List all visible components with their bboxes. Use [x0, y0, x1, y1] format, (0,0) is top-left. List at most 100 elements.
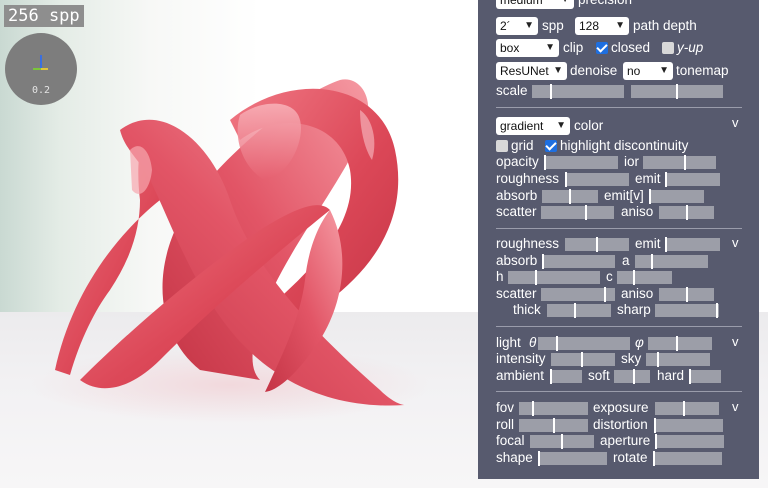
slider-knob[interactable]	[535, 270, 537, 285]
chevron-down-icon: ▼	[560, 0, 570, 9]
medium-sharp-slider[interactable]	[655, 303, 719, 318]
distortion-slider[interactable]	[654, 418, 723, 433]
opacity-slider[interactable]	[544, 155, 618, 170]
slider-knob[interactable]	[569, 189, 571, 204]
orientation-gizmo[interactable]: 0.2	[5, 33, 77, 105]
ambient-slider[interactable]	[550, 369, 582, 384]
soft-slider[interactable]	[614, 369, 650, 384]
highlight-discontinuity-checkbox[interactable]	[545, 140, 557, 152]
sky-slider[interactable]	[646, 352, 710, 367]
scale-slider-1[interactable]	[532, 84, 624, 99]
spp-select[interactable]: 2´ ▼	[496, 17, 538, 35]
emit-slider[interactable]	[665, 172, 720, 187]
shape-slider[interactable]	[538, 451, 607, 466]
slider-knob[interactable]	[676, 336, 678, 351]
slider-knob[interactable]	[585, 205, 587, 220]
slider-knob[interactable]	[604, 287, 606, 302]
medium-a-label: a	[622, 253, 630, 268]
chevron-down-icon: ▼	[659, 65, 669, 76]
slider-knob[interactable]	[686, 205, 688, 220]
fov-label: fov	[496, 400, 515, 415]
denoise-select[interactable]: ResUNet ▼	[496, 62, 567, 80]
slider-knob[interactable]	[538, 451, 540, 466]
slider-knob[interactable]	[657, 352, 659, 367]
medium-scatter-slider[interactable]	[541, 287, 615, 302]
lighting-collapse-toggle[interactable]: v	[732, 334, 739, 349]
light-theta-slider[interactable]	[538, 336, 630, 351]
yup-label: y-up	[677, 40, 704, 55]
slider-knob[interactable]	[532, 401, 534, 416]
slider-knob[interactable]	[689, 369, 691, 384]
scale-slider-2[interactable]	[631, 84, 723, 99]
slider-knob[interactable]	[596, 237, 598, 252]
ior-slider[interactable]	[643, 155, 716, 170]
roughness-slider[interactable]	[565, 172, 629, 187]
slider-knob[interactable]	[654, 418, 656, 433]
slider-knob[interactable]	[633, 369, 635, 384]
tonemap-select[interactable]: no ▼	[623, 62, 673, 80]
slider-knob[interactable]	[544, 155, 546, 170]
slider-knob[interactable]	[676, 84, 678, 99]
spp-counter: 256 spp	[4, 5, 84, 27]
closed-checkbox[interactable]	[596, 42, 608, 54]
color-mode-select[interactable]: gradient ▼	[496, 117, 570, 135]
slider-knob[interactable]	[665, 172, 667, 187]
fov-slider[interactable]	[519, 401, 588, 416]
slider-knob[interactable]	[653, 451, 655, 466]
slider-knob[interactable]	[686, 287, 688, 302]
slider-knob[interactable]	[550, 369, 552, 384]
tonemap-label: tonemap	[676, 63, 729, 78]
precision-label: precision	[578, 0, 632, 9]
slider-knob[interactable]	[655, 434, 657, 449]
slider-knob[interactable]	[550, 84, 552, 99]
chevron-down-icon: ▼	[615, 20, 625, 31]
control-panel: medium▼ precision 2´▼ spp 128▼ path dept…	[478, 0, 759, 479]
absorb-slider[interactable]	[542, 189, 598, 204]
slider-knob[interactable]	[665, 237, 667, 252]
rotate-label: rotate	[613, 450, 648, 465]
scatter-slider[interactable]	[541, 205, 614, 220]
focal-slider[interactable]	[530, 434, 594, 449]
chevron-down-icon: ▼	[524, 20, 534, 31]
exposure-slider[interactable]	[655, 401, 719, 416]
slider-knob[interactable]	[565, 172, 567, 187]
medium-emit-slider[interactable]	[665, 237, 720, 252]
medium-aniso-slider[interactable]	[659, 287, 714, 302]
precision-select[interactable]: medium▼	[496, 0, 574, 9]
camera-collapse-toggle[interactable]: v	[732, 399, 739, 414]
hard-slider[interactable]	[689, 369, 721, 384]
slider-knob[interactable]	[684, 155, 686, 170]
material-collapse-toggle[interactable]: v	[732, 115, 739, 130]
slider-knob[interactable]	[581, 352, 583, 367]
medium-thick-slider[interactable]	[547, 303, 611, 318]
medium-roughness-slider[interactable]	[565, 237, 629, 252]
medium-a-slider[interactable]	[635, 254, 708, 269]
roll-slider[interactable]	[519, 418, 588, 433]
aniso-slider[interactable]	[659, 205, 714, 220]
slider-knob[interactable]	[574, 303, 576, 318]
slider-knob[interactable]	[651, 254, 653, 269]
medium-c-label: c	[606, 269, 613, 284]
slider-knob[interactable]	[553, 418, 555, 433]
clip-select[interactable]: box ▼	[496, 39, 559, 57]
medium-c-slider[interactable]	[617, 270, 672, 285]
emitv-slider[interactable]	[649, 189, 704, 204]
slider-knob[interactable]	[542, 254, 544, 269]
clip-label: clip	[563, 40, 584, 55]
slider-knob[interactable]	[561, 434, 563, 449]
slider-knob[interactable]	[683, 401, 685, 416]
path-depth-select[interactable]: 128 ▼	[575, 17, 629, 35]
slider-knob[interactable]	[633, 270, 635, 285]
intensity-slider[interactable]	[551, 352, 615, 367]
slider-knob[interactable]	[716, 303, 718, 318]
grid-checkbox[interactable]	[496, 140, 508, 152]
medium-absorb-slider[interactable]	[542, 254, 615, 269]
medium-h-slider[interactable]	[508, 270, 600, 285]
aperture-slider[interactable]	[655, 434, 724, 449]
rotate-slider[interactable]	[653, 451, 722, 466]
slider-knob[interactable]	[556, 336, 558, 351]
light-phi-slider[interactable]	[648, 336, 712, 351]
slider-knob[interactable]	[649, 189, 651, 204]
yup-checkbox[interactable]	[662, 42, 674, 54]
medium-collapse-toggle[interactable]: v	[732, 235, 739, 250]
